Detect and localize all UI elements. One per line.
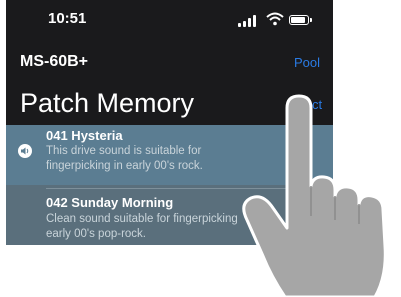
wifi-icon: [266, 12, 284, 26]
app-header: MS-60B+ Pool: [6, 46, 333, 80]
patch-title: 041 Hysteria: [46, 128, 123, 143]
pointing-hand-icon: [242, 94, 387, 297]
speaker-icon[interactable]: [18, 144, 32, 158]
battery-icon: [289, 15, 312, 25]
cellular-signal-icon: [238, 15, 260, 27]
app-title: MS-60B+: [20, 53, 89, 70]
pool-button[interactable]: Pool: [294, 55, 320, 70]
status-time: 10:51: [48, 10, 87, 27]
patch-title: 042 Sunday Morning: [46, 195, 174, 210]
status-bar: 10:51: [6, 0, 333, 40]
page-title: Patch Memory: [20, 88, 195, 118]
